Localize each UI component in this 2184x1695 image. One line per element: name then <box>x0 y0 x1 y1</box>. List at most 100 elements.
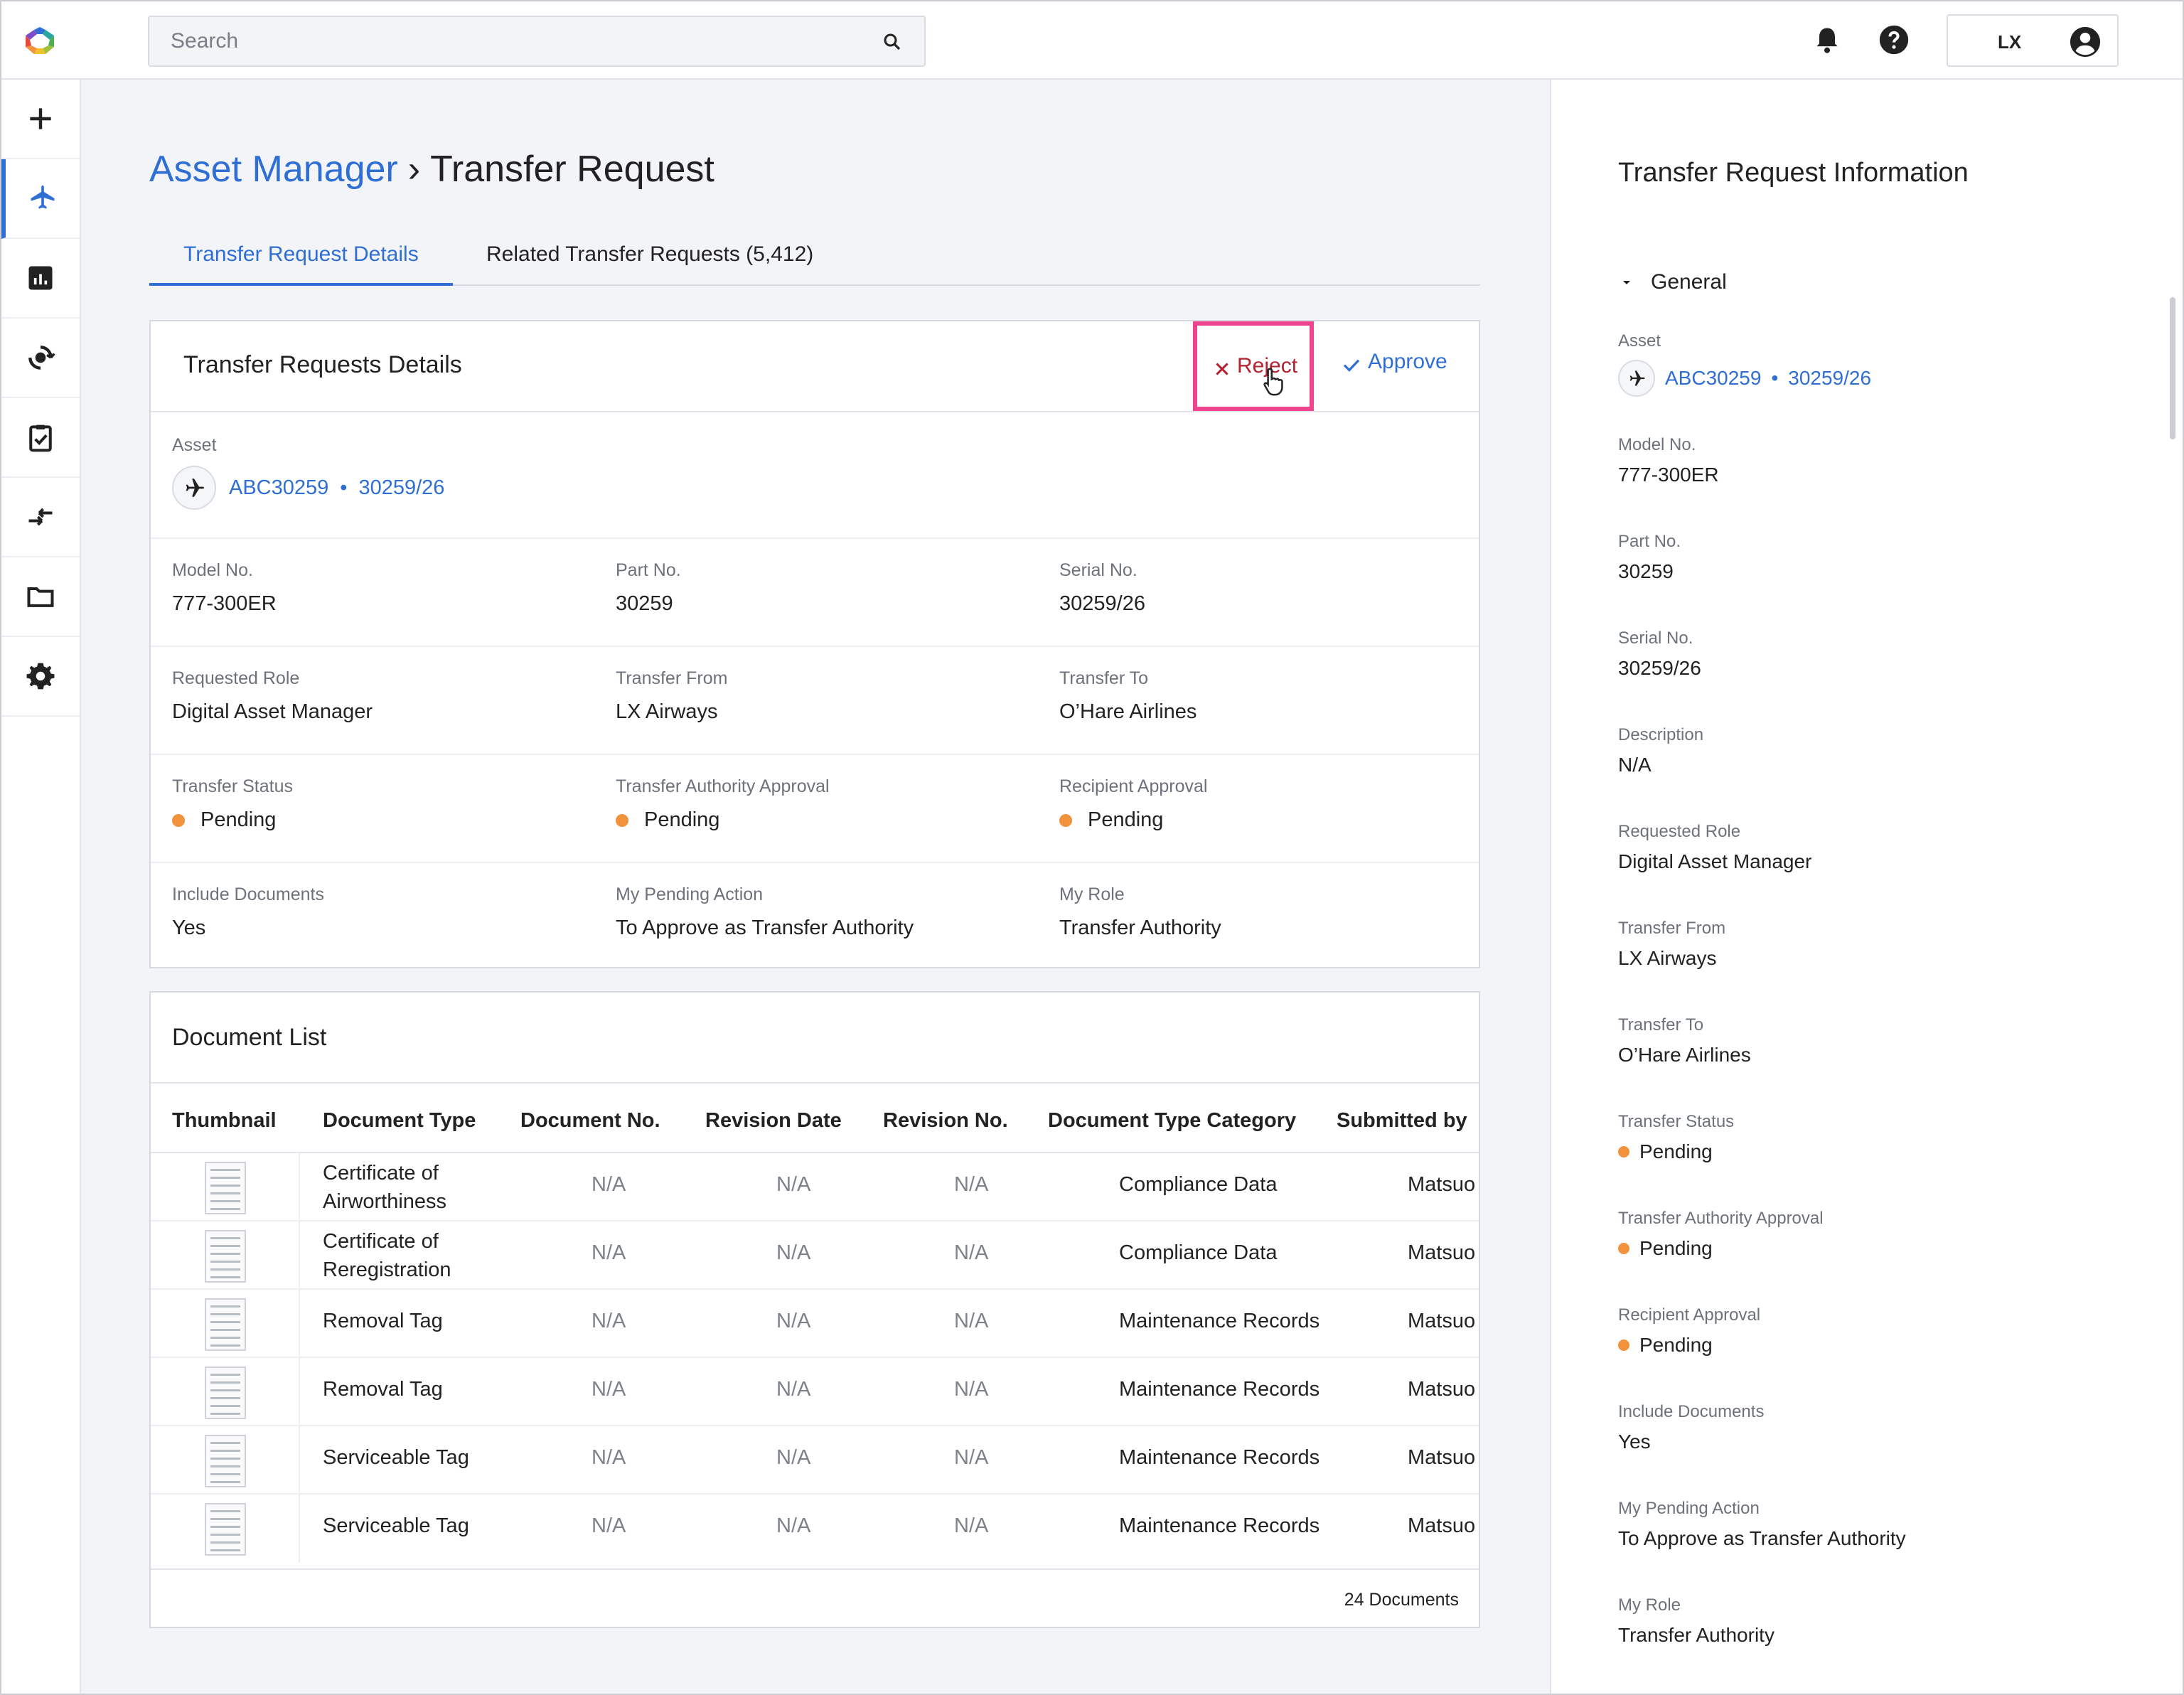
nav-tasks[interactable] <box>1 398 80 478</box>
document-thumbnail-icon[interactable] <box>205 1162 246 1214</box>
cell-revision-date: N/A <box>776 1241 811 1264</box>
left-nav-rail <box>1 80 81 1694</box>
field-label: Part No. <box>1618 532 1681 551</box>
column-header-submitted-by[interactable]: Submitted by <box>1337 1109 1467 1133</box>
status-value: Pending <box>1639 1334 1713 1356</box>
field-value: 30259 <box>616 592 673 615</box>
cell-category: Compliance Data <box>1119 1241 1278 1264</box>
cell-document-no: N/A <box>592 1241 626 1264</box>
nav-settings[interactable] <box>1 637 80 717</box>
cell-revision-no: N/A <box>954 1514 989 1537</box>
table-header: Thumbnail Document Type Document No. Rev… <box>151 1085 1479 1153</box>
field-value: 30259 <box>1618 560 1674 582</box>
thumbnail-cell <box>151 1426 300 1495</box>
status-value: Pending <box>1639 1237 1713 1259</box>
column-header-revision-no[interactable]: Revision No. <box>883 1109 1008 1133</box>
search-icon[interactable] <box>882 31 903 53</box>
cell-document-type: Certificate of Reregistration <box>323 1230 451 1281</box>
user-menu[interactable]: LX <box>1947 14 2119 67</box>
status-value: Pending <box>1639 1140 1713 1162</box>
document-thumbnail-icon[interactable] <box>205 1435 246 1487</box>
document-thumbnail-icon[interactable] <box>205 1298 246 1351</box>
nav-add[interactable] <box>1 80 80 159</box>
breadcrumb-asset-manager-link[interactable]: Asset Manager <box>149 149 398 190</box>
nav-assets[interactable] <box>1 159 80 239</box>
bell-icon[interactable] <box>1811 24 1843 55</box>
field-value: Transfer Authority <box>1059 916 1221 939</box>
cell-revision-date: N/A <box>776 1514 811 1537</box>
sync-icon <box>28 346 55 370</box>
column-header-revision-date[interactable]: Revision Date <box>705 1109 842 1133</box>
nav-reports[interactable] <box>1 239 80 319</box>
cell-revision-no: N/A <box>954 1446 989 1469</box>
asset-id-link[interactable]: ABC30259 <box>1665 367 1761 390</box>
section-toggle-general[interactable]: General <box>1618 270 1727 294</box>
nav-transfers[interactable] <box>1 478 80 557</box>
panel-field-transfer-to: Transfer To O’Hare Airlines <box>1618 1015 1751 1066</box>
approve-button[interactable]: Approve <box>1328 321 1467 411</box>
search-input[interactable] <box>149 17 860 65</box>
details-card-title: Transfer Requests Details <box>183 351 462 378</box>
table-row[interactable]: Removal Tag N/A N/A N/A Maintenance Reco… <box>151 1358 1479 1426</box>
field-requested-role: Requested Role Digital Asset Manager <box>172 668 373 724</box>
thumbnail-cell <box>151 1221 300 1290</box>
table-row[interactable]: Serviceable Tag N/A N/A N/A Maintenance … <box>151 1495 1479 1563</box>
document-thumbnail-icon[interactable] <box>205 1367 246 1419</box>
status-value: Pending <box>200 808 277 831</box>
cell-category: Maintenance Records <box>1119 1514 1320 1537</box>
panel-field-transfer-from: Transfer From LX Airways <box>1618 919 1725 970</box>
search-box <box>148 16 926 67</box>
column-header-document-no[interactable]: Document No. <box>520 1109 660 1133</box>
field-asset: Asset ABC30259 • 30259/26 <box>172 435 444 510</box>
field-transfer-authority-approval: Transfer Authority Approval Pending <box>616 776 830 832</box>
user-initials: LX <box>1998 31 2022 53</box>
asset-id-link[interactable]: ABC30259 <box>229 476 328 500</box>
field-value: To Approve as Transfer Authority <box>616 916 914 939</box>
table-row[interactable]: Certificate of Reregistration N/A N/A N/… <box>151 1221 1479 1290</box>
table-row[interactable]: Certificate of Airworthiness N/A N/A N/A… <box>151 1153 1479 1221</box>
nav-documents[interactable] <box>1 557 80 637</box>
field-label: My Pending Action <box>616 884 764 904</box>
field-value: LX Airways <box>1618 947 1717 969</box>
asset-serial-link[interactable]: 30259/26 <box>1788 367 1871 390</box>
details-row-1: Model No. 777-300ER Part No. 30259 Serial … <box>151 539 1479 647</box>
asset-serial-link[interactable]: 30259/26 <box>358 476 444 500</box>
cell-document-type: Removal Tag <box>323 1378 443 1401</box>
document-thumbnail-icon[interactable] <box>205 1230 246 1283</box>
field-value: O’Hare Airlines <box>1059 700 1197 723</box>
breadcrumb-separator: › <box>407 149 421 190</box>
gear-icon <box>26 663 55 690</box>
app-frame: LX <box>0 0 2184 1695</box>
nav-sync[interactable] <box>1 319 80 398</box>
tab-related-transfer-requests[interactable]: Related Transfer Requests (5,412) <box>452 233 847 286</box>
help-icon[interactable] <box>1878 24 1910 55</box>
cell-category: Maintenance Records <box>1119 1378 1320 1401</box>
cell-revision-no: N/A <box>954 1241 989 1264</box>
reject-button[interactable]: Reject <box>1193 321 1314 411</box>
asset-separator: • <box>340 476 348 499</box>
field-value: 30259/26 <box>1618 657 1701 679</box>
field-model-no: Model No. 777-300ER <box>172 560 277 616</box>
details-row-4: Include Documents Yes My Pending Action To… <box>151 863 1479 967</box>
panel-field-include-documents: Include Documents Yes <box>1618 1402 1764 1453</box>
table-row[interactable]: Serviceable Tag N/A N/A N/A Maintenance … <box>151 1426 1479 1495</box>
table-row[interactable]: Removal Tag N/A N/A N/A Maintenance Reco… <box>151 1290 1479 1358</box>
cell-revision-date: N/A <box>776 1310 811 1332</box>
top-bar: LX <box>1 1 2183 80</box>
app-logo-icon[interactable] <box>23 26 57 57</box>
thumbnail-cell <box>151 1358 300 1426</box>
column-header-document-type-category[interactable]: Document Type Category <box>1048 1109 1296 1133</box>
thumbnail-cell <box>151 1290 300 1358</box>
cell-submitted-by: Matsuo Tatsui <box>1408 1514 1479 1537</box>
column-header-document-type[interactable]: Document Type <box>323 1109 476 1133</box>
document-thumbnail-icon[interactable] <box>205 1503 246 1556</box>
field-label: My Role <box>1618 1595 1681 1615</box>
column-header-thumbnail[interactable]: Thumbnail <box>172 1109 277 1133</box>
tab-transfer-request-details[interactable]: Transfer Request Details <box>149 233 453 286</box>
panel-scrollbar[interactable] <box>2170 297 2175 439</box>
panel-field-transfer-status: Transfer Status Pending <box>1618 1112 1734 1163</box>
transfer-details-card: Transfer Requests Details Reject Approve… <box>149 320 1480 968</box>
field-my-role: My Role Transfer Authority <box>1059 884 1221 940</box>
cell-document-no: N/A <box>592 1378 626 1401</box>
account-circle-icon <box>2070 26 2101 58</box>
